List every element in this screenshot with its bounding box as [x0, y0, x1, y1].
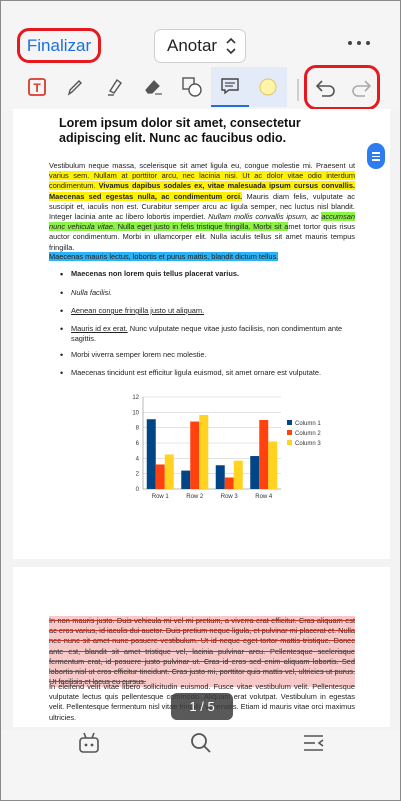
- highlight-blue[interactable]: Maecenas mauris lectus, lobortis et puru…: [49, 252, 279, 261]
- toolbar-divider: [297, 79, 299, 101]
- document-title: Lorem ipsum dolor sit amet, consectetur …: [59, 116, 301, 145]
- legend-swatch: [287, 440, 292, 445]
- legend-swatch: [287, 420, 292, 425]
- color-picker-icon[interactable]: [249, 67, 287, 107]
- bar: [146, 419, 156, 489]
- x-tick-label: Row 1: [152, 494, 170, 500]
- strikethrough-paragraph[interactable]: In non mauris justo. Duis vehicula mi ve…: [49, 616, 355, 688]
- highlighter-icon[interactable]: [99, 70, 131, 104]
- paragraph-1: Vestibulum neque massa, scelerisque sit …: [49, 161, 355, 252]
- list-item: Aenean congue fringilla justo ut aliquam…: [60, 306, 361, 316]
- app-frame: Finalizar Anotar T Lorem ipsum dolor sit…: [0, 0, 401, 801]
- eraser-icon[interactable]: [137, 70, 169, 104]
- mode-select[interactable]: Anotar: [154, 29, 246, 63]
- y-tick-label: 8: [136, 426, 140, 432]
- bar: [224, 477, 234, 489]
- y-tick-label: 0: [136, 487, 140, 493]
- bar: [259, 420, 269, 489]
- x-tick-label: Row 3: [221, 494, 239, 500]
- list-item: Morbi viverra semper lorem nec molestie.: [60, 350, 361, 360]
- bar: [233, 460, 243, 489]
- redo-icon[interactable]: [349, 76, 373, 100]
- outline-list-icon[interactable]: [301, 730, 327, 756]
- bar: [164, 454, 174, 489]
- legend-swatch: [287, 430, 292, 435]
- y-tick-label: 4: [136, 456, 140, 462]
- bar: [268, 441, 278, 489]
- paragraph-2: Maecenas mauris lectus, lobortis et puru…: [49, 252, 309, 262]
- chevron-up-down-icon: [226, 37, 236, 55]
- document-page-1[interactable]: Lorem ipsum dolor sit amet, consectetur …: [13, 109, 390, 559]
- legend-label: Column 1: [295, 421, 321, 427]
- bar: [181, 470, 191, 489]
- y-tick-label: 2: [136, 472, 140, 478]
- x-tick-label: Row 4: [255, 494, 273, 500]
- pen-icon[interactable]: [59, 70, 91, 104]
- svg-text:T: T: [33, 81, 41, 95]
- list-item: Maecenas tincidunt est efficitur ligula …: [60, 368, 361, 378]
- bar: [199, 415, 209, 489]
- undo-icon[interactable]: [314, 76, 338, 100]
- more-options-icon[interactable]: [348, 36, 370, 50]
- finalize-button[interactable]: Finalizar: [17, 28, 101, 63]
- bar: [190, 421, 200, 489]
- bar: [215, 465, 225, 489]
- y-tick-label: 12: [132, 395, 139, 401]
- bot-icon[interactable]: [76, 730, 102, 756]
- shapes-icon[interactable]: [176, 70, 208, 104]
- page-scroll-handle[interactable]: [367, 143, 385, 169]
- y-tick-label: 6: [136, 441, 140, 447]
- list-item: Maecenas non lorem quis tellus placerat …: [60, 269, 361, 279]
- undo-redo-group: [304, 65, 380, 110]
- list-item: Mauris id ex erat. Nunc vulputate neque …: [60, 324, 361, 344]
- comment-icon[interactable]: [211, 67, 249, 107]
- y-tick-label: 10: [132, 410, 139, 416]
- x-tick-label: Row 2: [186, 494, 204, 500]
- list-item: Nulla facilisi.: [60, 288, 361, 298]
- bar: [155, 464, 165, 489]
- highlight-green[interactable]: Nulla eget justo in felis tristique frin…: [115, 222, 289, 232]
- bar: [250, 456, 260, 489]
- legend-label: Column 2: [295, 431, 321, 437]
- text-box-icon[interactable]: T: [21, 70, 53, 104]
- search-icon[interactable]: [188, 730, 214, 756]
- embedded-bar-chart[interactable]: 0 2 4 6 8 10 12 Row 1 Row 2 Row 3 Row 4 Column 1 Col…: [121, 391, 331, 501]
- bottom-navigation: [1, 730, 400, 800]
- mode-select-label: Anotar: [167, 36, 218, 55]
- legend-label: Column 3: [295, 441, 321, 447]
- page-indicator: 1 / 5: [171, 693, 233, 720]
